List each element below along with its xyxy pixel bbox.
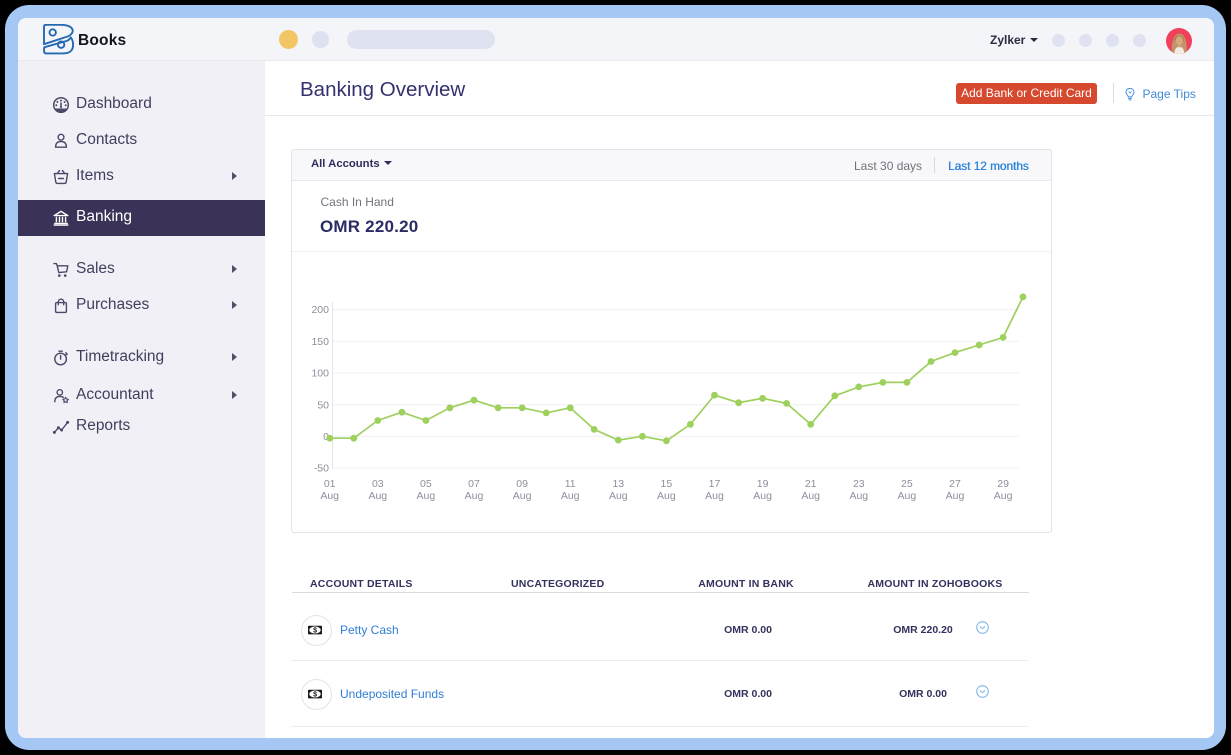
svg-text:-50: -50 (313, 463, 328, 475)
svg-text:21: 21 (804, 478, 816, 490)
svg-text:Aug: Aug (560, 490, 579, 502)
svg-text:03: 03 (371, 478, 383, 490)
svg-text:01: 01 (323, 478, 335, 490)
svg-text:27: 27 (949, 478, 961, 490)
svg-text:100: 100 (311, 368, 329, 380)
svg-text:13: 13 (612, 478, 624, 490)
svg-text:Aug: Aug (657, 490, 676, 502)
svg-text:Aug: Aug (945, 490, 964, 502)
svg-text:Aug: Aug (464, 490, 483, 502)
svg-text:07: 07 (468, 478, 480, 490)
svg-text:$: $ (313, 691, 317, 698)
svg-text:Aug: Aug (416, 490, 435, 502)
svg-text:Aug: Aug (753, 490, 772, 502)
svg-text:Aug: Aug (512, 490, 531, 502)
svg-text:Aug: Aug (368, 490, 387, 502)
svg-text:23: 23 (852, 478, 864, 490)
svg-text:11: 11 (564, 478, 575, 490)
svg-text:09: 09 (516, 478, 528, 490)
svg-text:29: 29 (997, 478, 1009, 490)
svg-text:Aug: Aug (993, 490, 1012, 502)
svg-text:$: $ (313, 627, 317, 634)
svg-text:Aug: Aug (897, 490, 916, 502)
svg-text:25: 25 (901, 478, 913, 490)
svg-text:17: 17 (708, 478, 720, 490)
svg-text:Aug: Aug (801, 490, 820, 502)
svg-text:150: 150 (311, 336, 329, 348)
svg-text:19: 19 (756, 478, 768, 490)
svg-text:Aug: Aug (320, 490, 339, 502)
svg-text:200: 200 (311, 304, 329, 316)
svg-text:15: 15 (660, 478, 672, 490)
svg-text:50: 50 (317, 399, 329, 411)
svg-text:Aug: Aug (705, 490, 724, 502)
svg-text:Aug: Aug (849, 490, 868, 502)
svg-text:05: 05 (420, 478, 432, 490)
svg-text:Aug: Aug (608, 490, 627, 502)
